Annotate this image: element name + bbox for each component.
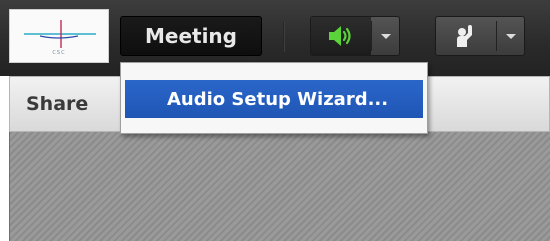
logo-text: CSC xyxy=(52,50,66,56)
chevron-down-icon xyxy=(380,33,391,39)
status-button[interactable] xyxy=(436,17,496,55)
audio-button-group xyxy=(310,16,400,56)
audio-button[interactable] xyxy=(311,17,371,55)
meeting-menu-label: Meeting xyxy=(144,24,237,48)
raise-hand-icon xyxy=(457,25,472,47)
share-pod-content xyxy=(9,132,550,241)
chevron-down-icon xyxy=(505,33,516,39)
left-margin xyxy=(0,76,9,241)
speaker-volume-icon xyxy=(329,26,351,46)
audio-dropdown-menu: Audio Setup Wizard... xyxy=(120,62,428,134)
toolbar-separator xyxy=(283,22,285,52)
audio-dropdown-button[interactable] xyxy=(372,17,399,55)
status-dropdown-button[interactable] xyxy=(497,17,524,55)
status-button-group xyxy=(435,16,525,56)
meeting-menu-button[interactable]: Meeting xyxy=(120,16,262,56)
menu-item-audio-setup-wizard[interactable]: Audio Setup Wizard... xyxy=(125,80,423,118)
share-pod-title: Share xyxy=(26,93,89,115)
organization-logo: CSC xyxy=(9,9,109,63)
